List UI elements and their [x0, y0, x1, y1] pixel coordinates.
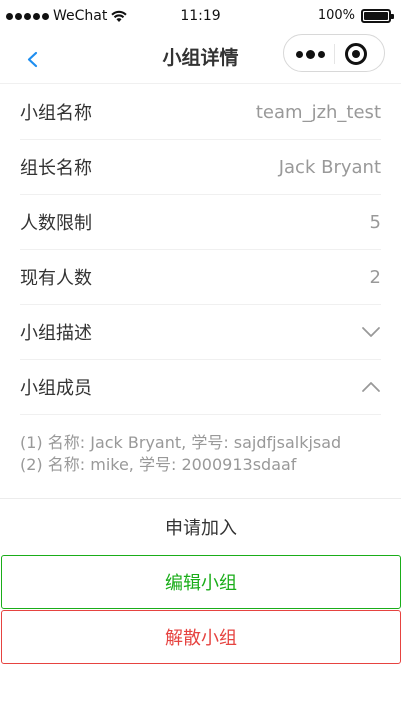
row-leader-name: 组长名称 Jack Bryant	[20, 140, 381, 195]
miniprogram-capsule	[283, 34, 385, 72]
close-miniprogram-button[interactable]	[345, 43, 367, 65]
apply-join-button[interactable]: 申请加入	[1, 500, 401, 554]
leader-name-label: 组长名称	[20, 158, 92, 179]
row-member-limit: 人数限制 5	[20, 195, 381, 250]
capsule-divider	[334, 44, 335, 64]
member-limit-value: 5	[369, 211, 381, 233]
row-group-members[interactable]: 小组成员	[20, 360, 381, 415]
section-divider	[0, 498, 401, 499]
nav-bar: 小组详情	[0, 34, 401, 84]
members-list: (1) 名称: Jack Bryant, 学号: sajdfjsalkjsad …	[20, 432, 390, 476]
group-description-label: 小组描述	[20, 323, 92, 344]
list-item: (2) 名称: mike, 学号: 2000913sdaaf	[20, 455, 297, 474]
group-name-value: team_jzh_test	[255, 101, 381, 123]
battery-icon	[361, 8, 394, 23]
list-item: (1) 名称: Jack Bryant, 学号: sajdfjsalkjsad	[20, 433, 342, 452]
current-members-value: 2	[369, 266, 381, 288]
row-group-name: 小组名称 team_jzh_test	[20, 85, 381, 140]
disband-group-button[interactable]: 解散小组	[1, 610, 401, 664]
edit-group-button[interactable]: 编辑小组	[1, 555, 401, 609]
battery-info: 100%	[317, 8, 394, 23]
group-name-label: 小组名称	[20, 103, 92, 124]
row-group-description[interactable]: 小组描述	[20, 305, 381, 360]
chevron-down-icon[interactable]	[361, 326, 381, 338]
more-menu-button[interactable]	[290, 42, 330, 66]
row-current-members: 现有人数 2	[20, 250, 381, 305]
member-limit-label: 人数限制	[20, 213, 92, 234]
current-members-label: 现有人数	[20, 268, 92, 289]
group-members-label: 小组成员	[20, 378, 92, 399]
group-detail-list: 小组名称 team_jzh_test 组长名称 Jack Bryant 人数限制…	[0, 85, 401, 415]
battery-percent: 100%	[317, 8, 355, 23]
status-bar: WeChat 11:19 100%	[0, 0, 401, 34]
chevron-up-icon[interactable]	[361, 381, 381, 393]
leader-name-value: Jack Bryant	[278, 156, 381, 178]
